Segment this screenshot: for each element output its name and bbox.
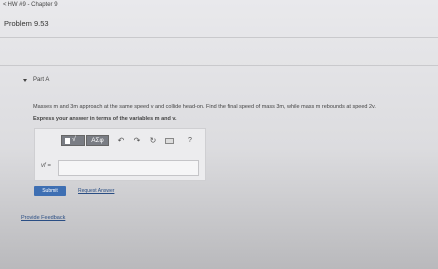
help-button[interactable]: ? <box>185 135 195 146</box>
submit-button[interactable]: Submit <box>34 186 66 196</box>
template-square-icon <box>65 138 70 144</box>
divider <box>0 65 438 66</box>
part-label[interactable]: Part A <box>33 77 49 83</box>
instruction-text: Express your answer in terms of the vari… <box>33 116 177 122</box>
redo-icon[interactable]: ↷ <box>132 135 142 146</box>
collapse-triangle-icon[interactable] <box>23 79 27 82</box>
answer-box: √ ΑΣφ ↶ ↷ ↻ ? vf = <box>34 128 206 181</box>
request-answer-link[interactable]: Request Answer <box>78 188 114 194</box>
undo-icon[interactable]: ↶ <box>116 135 126 146</box>
answer-variable-label: vf = <box>41 163 51 169</box>
templates-radical-icon[interactable]: √ <box>61 135 85 146</box>
assignment-back-label: HW #9 - Chapter 9 <box>7 2 58 8</box>
chevron-left-icon: < <box>3 2 7 8</box>
answer-input[interactable] <box>58 160 199 176</box>
assignment-back-link[interactable]: <HW #9 - Chapter 9 <box>3 2 58 8</box>
greek-symbols-button[interactable]: ΑΣφ <box>86 135 109 146</box>
divider <box>0 37 438 38</box>
problem-title: Problem 9.53 <box>4 19 49 28</box>
keyboard-icon[interactable] <box>165 138 174 144</box>
radical-icon: √ <box>72 136 76 143</box>
provide-feedback-link[interactable]: Provide Feedback <box>21 215 65 221</box>
top-bar: <HW #9 - Chapter 9 <box>0 0 438 12</box>
reset-icon[interactable]: ↻ <box>148 135 158 146</box>
question-text: Masses m and 3m approach at the same spe… <box>33 104 376 110</box>
